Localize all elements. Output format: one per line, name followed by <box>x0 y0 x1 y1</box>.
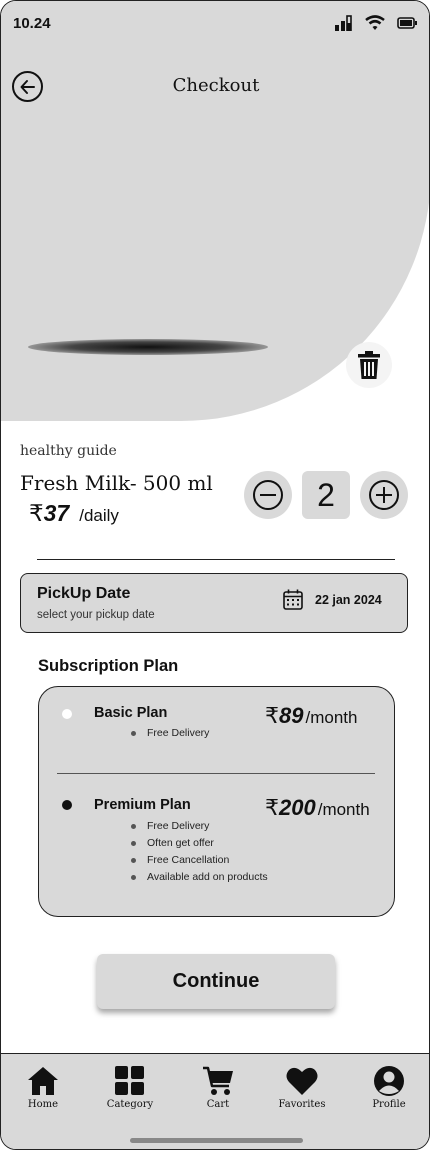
category-icon <box>115 1066 144 1095</box>
quantity-value: 2 <box>302 471 350 519</box>
pickup-subtitle: select your pickup date <box>37 609 155 621</box>
plan-name: Premium Plan <box>94 797 191 813</box>
subscription-plans-card: Basic Plan ₹89 /month Free Delivery Prem… <box>38 686 395 917</box>
continue-button[interactable]: Continue <box>97 954 335 1009</box>
plus-circle-icon <box>369 480 399 510</box>
plan-name: Basic Plan <box>94 705 168 721</box>
price-period: /daily <box>79 506 119 525</box>
pickup-title: PickUp Date <box>37 585 131 602</box>
checkout-screen: 10.24 Checkout healthy guide Fresh Milk-… <box>0 0 430 1150</box>
plan-period: /month <box>317 800 370 819</box>
home-indicator[interactable] <box>130 1138 303 1143</box>
plan-price-amount: 89 <box>279 703 304 728</box>
nav-label: Profile <box>372 1099 406 1110</box>
plan-period: /month <box>305 708 358 727</box>
product-shadow <box>28 339 268 355</box>
calendar-icon <box>283 589 303 610</box>
increase-quantity-button[interactable] <box>360 471 408 519</box>
section-divider <box>37 559 395 560</box>
nav-item-home[interactable]: Home <box>3 1066 83 1110</box>
currency-symbol: ₹ <box>29 500 44 526</box>
profile-icon <box>374 1066 404 1096</box>
plan-feature: Free Cancellation <box>131 854 229 866</box>
pickup-date-selector[interactable]: PickUp Date select your pickup date 22 j… <box>20 573 408 633</box>
status-time: 10.24 <box>13 15 51 32</box>
page-title: Checkout <box>172 75 260 96</box>
status-icons <box>335 15 417 31</box>
plan-feature: Free Delivery <box>131 820 209 832</box>
decrease-quantity-button[interactable] <box>244 471 292 519</box>
bottom-navigation: Home Category Cart Favorites Profile <box>1 1053 429 1149</box>
plan-price: ₹200 /month <box>265 795 370 821</box>
price-amount: 37 <box>43 500 70 526</box>
nav-item-profile[interactable]: Profile <box>349 1066 429 1110</box>
pickup-date-value: 22 jan 2024 <box>315 593 382 607</box>
plan-feature: Often get offer <box>131 837 214 849</box>
wifi-icon <box>365 15 385 30</box>
delete-button[interactable] <box>346 342 392 388</box>
currency-symbol: ₹ <box>265 795 279 820</box>
home-icon <box>28 1067 58 1095</box>
plan-price-amount: 200 <box>279 795 316 820</box>
nav-label: Home <box>27 1099 59 1110</box>
nav-item-favorites[interactable]: Favorites <box>262 1066 342 1110</box>
plan-divider <box>57 773 375 774</box>
battery-icon <box>397 17 417 29</box>
minus-circle-icon <box>253 480 283 510</box>
trash-icon <box>358 351 380 379</box>
cart-icon <box>203 1066 233 1095</box>
currency-symbol: ₹ <box>265 703 279 728</box>
basic-plan-radio[interactable] <box>62 709 72 719</box>
plan-price: ₹89 /month <box>265 703 357 729</box>
nav-label: Category <box>106 1099 154 1110</box>
nav-item-category[interactable]: Category <box>90 1066 170 1110</box>
signal-icon <box>335 15 352 31</box>
product-category: healthy guide <box>20 443 117 459</box>
nav-label: Favorites <box>278 1099 326 1110</box>
product-name: Fresh Milk- 500 ml <box>20 471 213 495</box>
subscription-title: Subscription Plan <box>38 657 179 675</box>
heart-icon <box>286 1067 318 1095</box>
product-price: ₹37 /daily <box>29 500 119 527</box>
premium-plan-radio[interactable] <box>62 800 72 810</box>
plan-feature: Available add on products <box>131 871 268 883</box>
plan-feature: Free Delivery <box>131 727 209 739</box>
nav-label: Cart <box>206 1099 230 1110</box>
nav-item-cart[interactable]: Cart <box>178 1066 258 1110</box>
